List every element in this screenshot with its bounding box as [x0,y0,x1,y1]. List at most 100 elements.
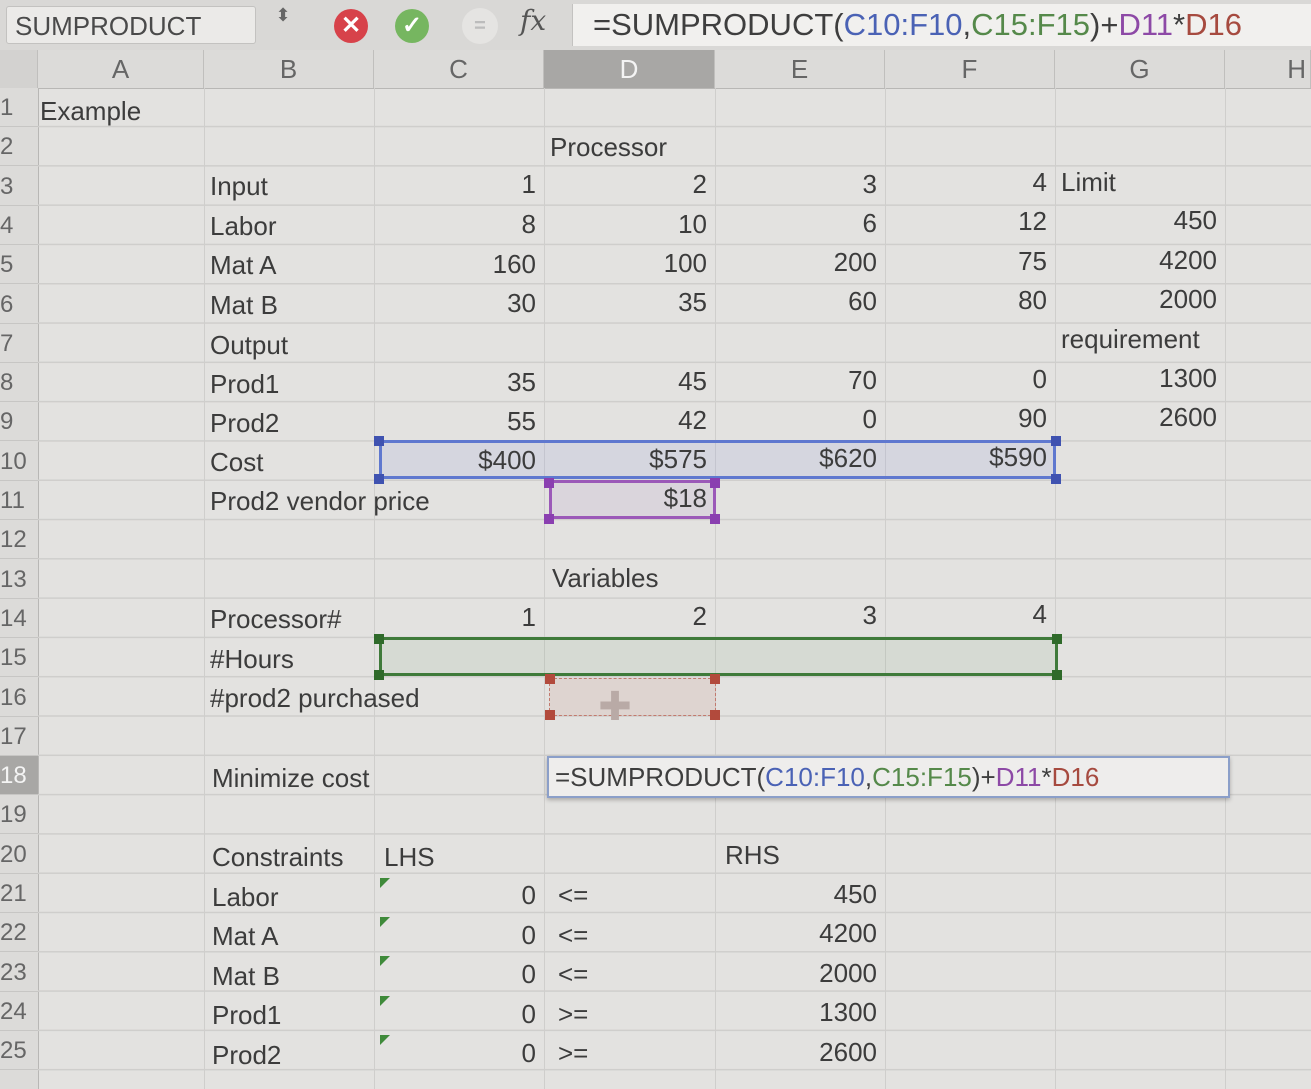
function-wizard-button[interactable]: = [462,8,498,44]
range-handle[interactable] [710,710,720,720]
cell-e3[interactable]: 3 [715,165,885,204]
row-header[interactable]: 14 [0,599,38,638]
row-header[interactable]: 4 [0,206,38,245]
cell-d9[interactable]: 42 [544,401,715,440]
cell-e5[interactable]: 200 [715,243,885,282]
cell-c4[interactable]: 8 [374,205,544,244]
cell-d25[interactable]: >= [552,1034,652,1073]
cell-e9[interactable]: 0 [715,400,885,439]
row-header[interactable]: 10 [0,442,38,481]
cell-d11[interactable]: $18 [544,479,715,518]
cell-c14[interactable]: 1 [374,598,544,637]
cell-d2[interactable]: Processor [544,128,744,167]
cell-c24[interactable]: 0 [374,995,544,1034]
cell-d23[interactable]: <= [552,955,652,994]
cell-g4[interactable]: 450 [1055,201,1225,240]
cell-c22[interactable]: 0 [374,916,544,955]
fx-icon[interactable]: fx [520,4,560,44]
row-header[interactable]: 8 [0,363,38,403]
cell-b14[interactable]: Processor# [204,600,374,639]
cell-b10[interactable]: Cost [204,443,374,482]
cell-d13[interactable]: Variables [546,559,746,598]
row-header[interactable]: 9 [0,402,38,442]
cell-e22[interactable]: 4200 [715,914,885,953]
cell-d14[interactable]: 2 [544,597,715,636]
cell-a1[interactable]: Example [34,92,204,131]
cell-b18[interactable]: Minimize cost [206,759,546,798]
cell-d5[interactable]: 100 [544,244,715,283]
row-header[interactable]: 5 [0,245,38,285]
cell-b3[interactable]: Input [204,167,374,206]
cell-d8[interactable]: 45 [544,362,715,401]
column-header-b[interactable]: B [204,50,374,88]
cell-e20[interactable]: RHS [719,836,889,875]
cell-f5[interactable]: 75 [885,242,1055,281]
cell-g5[interactable]: 4200 [1055,241,1225,280]
cell-c3[interactable]: 1 [374,165,544,204]
name-box-dropdown-icon[interactable]: ⬍ [268,6,298,44]
cell-f6[interactable]: 80 [885,281,1055,320]
cell-d6[interactable]: 35 [544,283,715,322]
row-header[interactable]: 7 [0,324,38,363]
cell-f14[interactable]: 4 [885,595,1055,634]
column-header-c[interactable]: C [374,50,544,88]
cell-e23[interactable]: 2000 [715,954,885,993]
range-handle[interactable] [710,674,720,684]
cell-e6[interactable]: 60 [715,282,885,321]
row-header[interactable]: 21 [0,874,38,913]
cell-g3[interactable]: Limit [1055,163,1225,202]
formula-input[interactable]: =SUMPRODUCT(C10:F10,C15:F15)+D11*D16 [572,4,1311,46]
cell-e4[interactable]: 6 [715,204,885,243]
range-handle[interactable] [1052,634,1062,644]
cell-g7[interactable]: requirement [1055,320,1230,359]
row-header[interactable]: 16 [0,678,38,717]
row-header[interactable]: 19 [0,795,38,835]
cell-d18-editor[interactable]: =SUMPRODUCT(C10:F10,C15:F15)+D11*D16 [547,756,1230,798]
cell-c23[interactable]: 0 [374,955,544,994]
cell-b23[interactable]: Mat B [206,957,376,996]
cell-b22[interactable]: Mat A [206,917,376,956]
row-header[interactable]: 11 [0,481,38,520]
cell-c10[interactable]: $400 [374,441,544,480]
cell-f3[interactable]: 4 [885,163,1055,202]
cell-b11[interactable]: Prod2 vendor price [204,482,544,521]
cell-b6[interactable]: Mat B [204,286,374,325]
column-header-a[interactable]: A [38,50,204,88]
cell-g9[interactable]: 2600 [1055,398,1225,437]
column-header-g[interactable]: G [1055,50,1225,88]
cell-b21[interactable]: Labor [206,878,376,917]
row-header[interactable]: 23 [0,953,38,992]
cell-g6[interactable]: 2000 [1055,280,1225,319]
cell-b5[interactable]: Mat A [204,246,374,285]
cell-e25[interactable]: 2600 [715,1033,885,1072]
cell-b20[interactable]: Constraints [206,838,376,877]
cell-d22[interactable]: <= [552,916,652,955]
accept-formula-button[interactable]: ✓ [395,9,429,43]
name-box[interactable]: SUMPRODUCT [6,6,256,44]
cell-b4[interactable]: Labor [204,207,374,246]
cell-f10[interactable]: $590 [885,438,1055,477]
cell-c8[interactable]: 35 [374,363,544,402]
cell-f4[interactable]: 12 [885,202,1055,241]
cell-d10[interactable]: $575 [544,440,715,479]
cell-b24[interactable]: Prod1 [206,996,376,1035]
row-header[interactable]: 18 [0,756,38,796]
row-header[interactable]: 25 [0,1031,38,1071]
select-all-corner[interactable] [0,50,38,88]
cell-f8[interactable]: 0 [885,360,1055,399]
cancel-formula-button[interactable]: ✕ [334,9,368,43]
column-header-e[interactable]: E [715,50,885,88]
cell-e10[interactable]: $620 [715,439,885,478]
cell-g8[interactable]: 1300 [1055,359,1225,398]
cell-c21[interactable]: 0 [374,876,544,915]
cell-c9[interactable]: 55 [374,402,544,441]
column-header-f[interactable]: F [885,50,1055,88]
row-header[interactable]: 15 [0,638,38,678]
range-handle[interactable] [545,710,555,720]
cell-b9[interactable]: Prod2 [204,404,374,443]
row-header[interactable]: 1 [0,88,38,127]
cell-e8[interactable]: 70 [715,361,885,400]
cell-e24[interactable]: 1300 [715,993,885,1032]
column-header-d[interactable]: D [544,50,715,88]
range-handle[interactable] [1052,670,1062,680]
